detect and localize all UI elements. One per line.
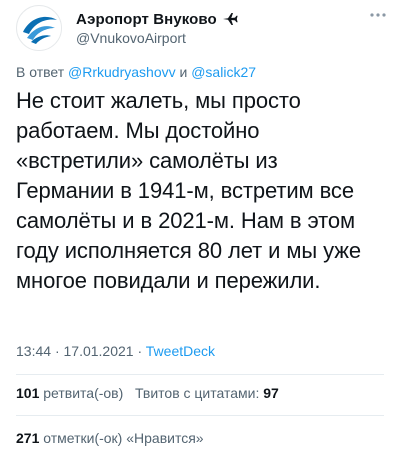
tweet-meta: 13:44 · 17.01.2021 · TweetDeck: [16, 343, 215, 359]
quotes-label: Твитов с цитатами:: [134, 385, 260, 401]
tweet-source-link[interactable]: TweetDeck: [146, 343, 215, 359]
reply-mention-link[interactable]: @salick27: [191, 64, 256, 80]
more-options-icon[interactable]: [368, 10, 388, 20]
tweet-line: «встретили» самолёты из: [16, 148, 278, 173]
reply-joiner: и: [179, 64, 188, 80]
meta-separator: ·: [54, 343, 60, 359]
tweet-header: Аэропорт Внуково @VnukovoAirport: [16, 0, 388, 58]
tweet-date[interactable]: 17.01.2021: [64, 343, 134, 359]
tweet-line: самолёты и в 2021-м. Нам в этом: [16, 208, 355, 233]
account-handle[interactable]: @VnukovoAirport: [76, 30, 186, 46]
likes-count: 271: [16, 430, 40, 446]
tweet-line: Не стоит жалеть, мы просто: [16, 88, 301, 113]
retweets-count: 101: [16, 385, 40, 401]
divider: [16, 374, 384, 375]
retweets-label: ретвита(-ов): [43, 385, 124, 401]
tweet-time[interactable]: 13:44: [16, 343, 51, 359]
likes-stats-row: 271 отметки(-ок) «Нравится»: [16, 430, 204, 446]
display-name[interactable]: Аэропорт Внуково: [76, 11, 217, 28]
retweets-link[interactable]: 101 ретвита(-ов): [16, 385, 123, 401]
quotes-link[interactable]: Твитов с цитатами: 97: [135, 385, 279, 401]
name-row: Аэропорт Внуково: [76, 9, 238, 29]
reply-mention-link[interactable]: @Rrkudryashovv: [68, 64, 176, 80]
reply-prefix: В ответ: [16, 64, 65, 80]
tweet-text: Не стоит жалеть, мы просто работаем. Мы …: [16, 86, 386, 296]
reply-context: В ответ @Rrkudryashovv и @salick27: [16, 64, 256, 80]
tweet-line: году исполняется 80 лет и мы уже: [16, 238, 362, 263]
tweet-line: многое повидали и пережили.: [16, 268, 321, 293]
likes-link[interactable]: 271 отметки(-ок) «Нравится»: [16, 430, 204, 446]
divider: [16, 415, 384, 416]
meta-separator: ·: [137, 343, 143, 359]
avatar[interactable]: [16, 5, 62, 51]
likes-label: отметки(-ок) «Нравится»: [43, 430, 204, 446]
tweet-line: Германии в 1941-м, встретим все: [16, 178, 354, 203]
vnukovo-logo-icon: [18, 7, 61, 50]
retweet-stats-row: 101 ретвита(-ов) Твитов с цитатами: 97: [16, 385, 279, 401]
quotes-count: 97: [263, 385, 279, 401]
airplane-icon: [222, 13, 238, 25]
tweet-line: работаем. Мы достойно: [16, 118, 260, 143]
